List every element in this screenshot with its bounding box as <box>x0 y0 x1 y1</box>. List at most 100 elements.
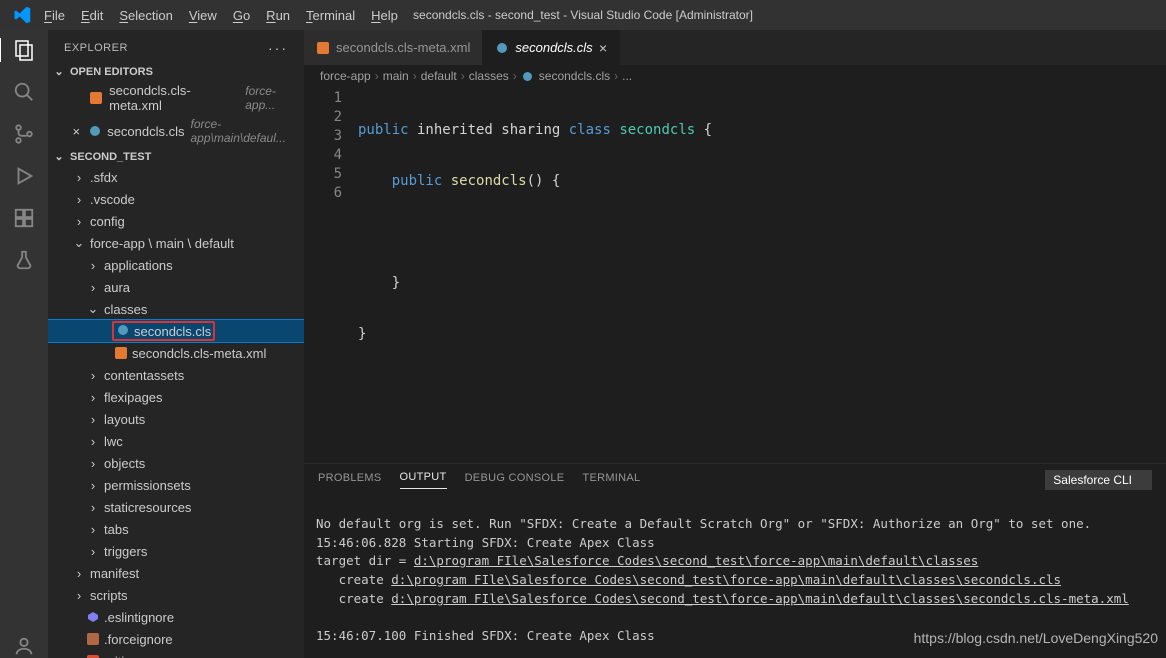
menu-help[interactable]: Help <box>363 4 406 27</box>
tree-file[interactable]: .eslintignore <box>48 606 304 628</box>
git-file-icon <box>86 654 100 658</box>
tree-folder[interactable]: ›config <box>48 210 304 232</box>
sidebar-more-icon[interactable]: ··· <box>268 40 288 56</box>
tree-folder[interactable]: › lwc <box>48 430 304 452</box>
tab-secondcls-meta[interactable]: secondcls.cls-meta.xml <box>304 30 483 65</box>
tree-folder[interactable]: ›.vscode <box>48 188 304 210</box>
tree-folder[interactable]: › manifest <box>48 562 304 584</box>
tree-folder[interactable]: › contentassets <box>48 364 304 386</box>
menu-file[interactable]: File <box>36 4 73 27</box>
accounts-icon[interactable] <box>12 634 36 658</box>
menu-edit[interactable]: Edit <box>73 4 111 27</box>
apex-file-icon <box>89 124 102 138</box>
menu-view[interactable]: View <box>181 4 225 27</box>
chevron-down-icon: ⌄ <box>52 65 66 78</box>
panel-tab-problems[interactable]: PROBLEMS <box>318 472 382 489</box>
tree-label: .vscode <box>90 192 135 207</box>
tree-folder[interactable]: ⌄force-app \ main \ default <box>48 232 304 254</box>
tree-label: triggers <box>104 544 147 559</box>
panel-tab-output[interactable]: OUTPUT <box>400 471 447 489</box>
output-channel-selector[interactable]: Salesforce CLI <box>1045 470 1152 490</box>
tree-label: scripts <box>90 588 128 603</box>
tree-file[interactable]: .forceignore <box>48 628 304 650</box>
watermark-text: https://blog.csdn.net/LoveDengXing520 <box>914 630 1158 646</box>
tree-file[interactable]: secondcls.cls <box>48 320 304 342</box>
open-editors-header[interactable]: ⌄ OPEN EDITORS <box>48 62 304 81</box>
panel-tab-terminal[interactable]: TERMINAL <box>582 472 640 489</box>
open-editor-item[interactable]: secondcls.cls-meta.xml force-app... <box>48 81 304 115</box>
tree-folder[interactable]: ›objects <box>48 452 304 474</box>
tree-label: contentassets <box>104 368 184 383</box>
menu-selection[interactable]: Selection <box>111 4 180 27</box>
chevron-icon: › <box>72 588 86 603</box>
window-title: secondcls.cls - second_test - Visual Stu… <box>413 8 753 22</box>
activity-bar <box>0 30 48 658</box>
tree-file[interactable]: secondcls.cls-meta.xml <box>48 342 304 364</box>
menu-bar: File Edit Selection View Go Run Terminal… <box>0 0 1166 30</box>
close-icon[interactable]: × <box>599 40 607 56</box>
blank-close-slot <box>70 91 84 106</box>
tree-label: secondcls.cls <box>134 324 211 339</box>
tree-folder[interactable]: › flexipages <box>48 386 304 408</box>
tree-label: manifest <box>90 566 139 581</box>
chevron-icon: › <box>72 566 86 581</box>
editor-area: secondcls.cls-meta.xml secondcls.cls × f… <box>304 30 1166 658</box>
close-icon[interactable]: × <box>70 124 83 139</box>
chevron-icon: › <box>86 434 100 449</box>
extensions-icon[interactable] <box>12 206 36 230</box>
breadcrumb[interactable]: force-app› main› default› classes› secon… <box>304 65 1166 89</box>
explorer-icon[interactable] <box>0 38 47 62</box>
tree-label: applications <box>104 258 173 273</box>
tab-bar: secondcls.cls-meta.xml secondcls.cls × <box>304 30 1166 65</box>
chevron-icon: › <box>86 368 100 383</box>
menu-run[interactable]: Run <box>258 4 298 27</box>
chevron-icon: ⌄ <box>72 235 86 251</box>
tree-label: aura <box>104 280 130 295</box>
tree-folder[interactable]: ›tabs <box>48 518 304 540</box>
chevron-icon: › <box>86 544 100 559</box>
test-icon[interactable] <box>12 248 36 272</box>
chevron-icon: › <box>72 170 86 185</box>
tree-folder[interactable]: ›.sfdx <box>48 166 304 188</box>
file-tree: ›.sfdx›.vscode›config⌄force-app \ main \… <box>48 166 304 658</box>
tree-file[interactable]: .gitignore <box>48 650 304 658</box>
tree-label: lwc <box>104 434 123 449</box>
panel-tab-debug[interactable]: DEBUG CONSOLE <box>465 472 565 489</box>
tree-label: classes <box>104 302 147 317</box>
project-header[interactable]: ⌄ SECOND_TEST <box>48 147 304 166</box>
tree-label: permissionsets <box>104 478 191 493</box>
vscode-logo-icon <box>8 6 36 24</box>
tree-folder[interactable]: › permissionsets <box>48 474 304 496</box>
tab-secondcls[interactable]: secondcls.cls × <box>483 30 620 65</box>
bottom-panel: PROBLEMS OUTPUT DEBUG CONSOLE TERMINAL S… <box>304 463 1166 658</box>
tree-folder[interactable]: › scripts <box>48 584 304 606</box>
tree-folder[interactable]: ›staticresources <box>48 496 304 518</box>
xml-file-icon <box>90 91 104 105</box>
tree-label: secondcls.cls-meta.xml <box>132 346 266 361</box>
chevron-icon: › <box>86 258 100 273</box>
chevron-icon: › <box>86 390 100 405</box>
run-debug-icon[interactable] <box>12 164 36 188</box>
chevron-icon: › <box>86 478 100 493</box>
tree-label: flexipages <box>104 390 163 405</box>
tree-label: tabs <box>104 522 129 537</box>
source-control-icon[interactable] <box>12 122 36 146</box>
open-editor-item[interactable]: × secondcls.cls force-app\main\defaul... <box>48 115 304 147</box>
search-icon[interactable] <box>12 80 36 104</box>
chevron-icon: ⌄ <box>86 301 100 317</box>
menu-terminal[interactable]: Terminal <box>298 4 363 27</box>
tree-folder[interactable]: ›layouts <box>48 408 304 430</box>
tree-folder[interactable]: › triggers <box>48 540 304 562</box>
menu-go[interactable]: Go <box>225 4 258 27</box>
chevron-icon: › <box>86 412 100 427</box>
tree-folder[interactable]: ⌄ classes <box>48 298 304 320</box>
sidebar-title: EXPLORER <box>64 42 128 54</box>
tree-folder[interactable]: › applications <box>48 254 304 276</box>
xml-file-icon <box>114 346 128 360</box>
tree-folder[interactable]: ›aura <box>48 276 304 298</box>
tree-label: .eslintignore <box>104 610 174 625</box>
tree-label: staticresources <box>104 500 191 515</box>
code-editor[interactable]: 123 456 public inherited sharing class s… <box>304 89 1166 463</box>
eslint-file-icon <box>86 610 100 624</box>
force-file-icon <box>86 632 100 646</box>
